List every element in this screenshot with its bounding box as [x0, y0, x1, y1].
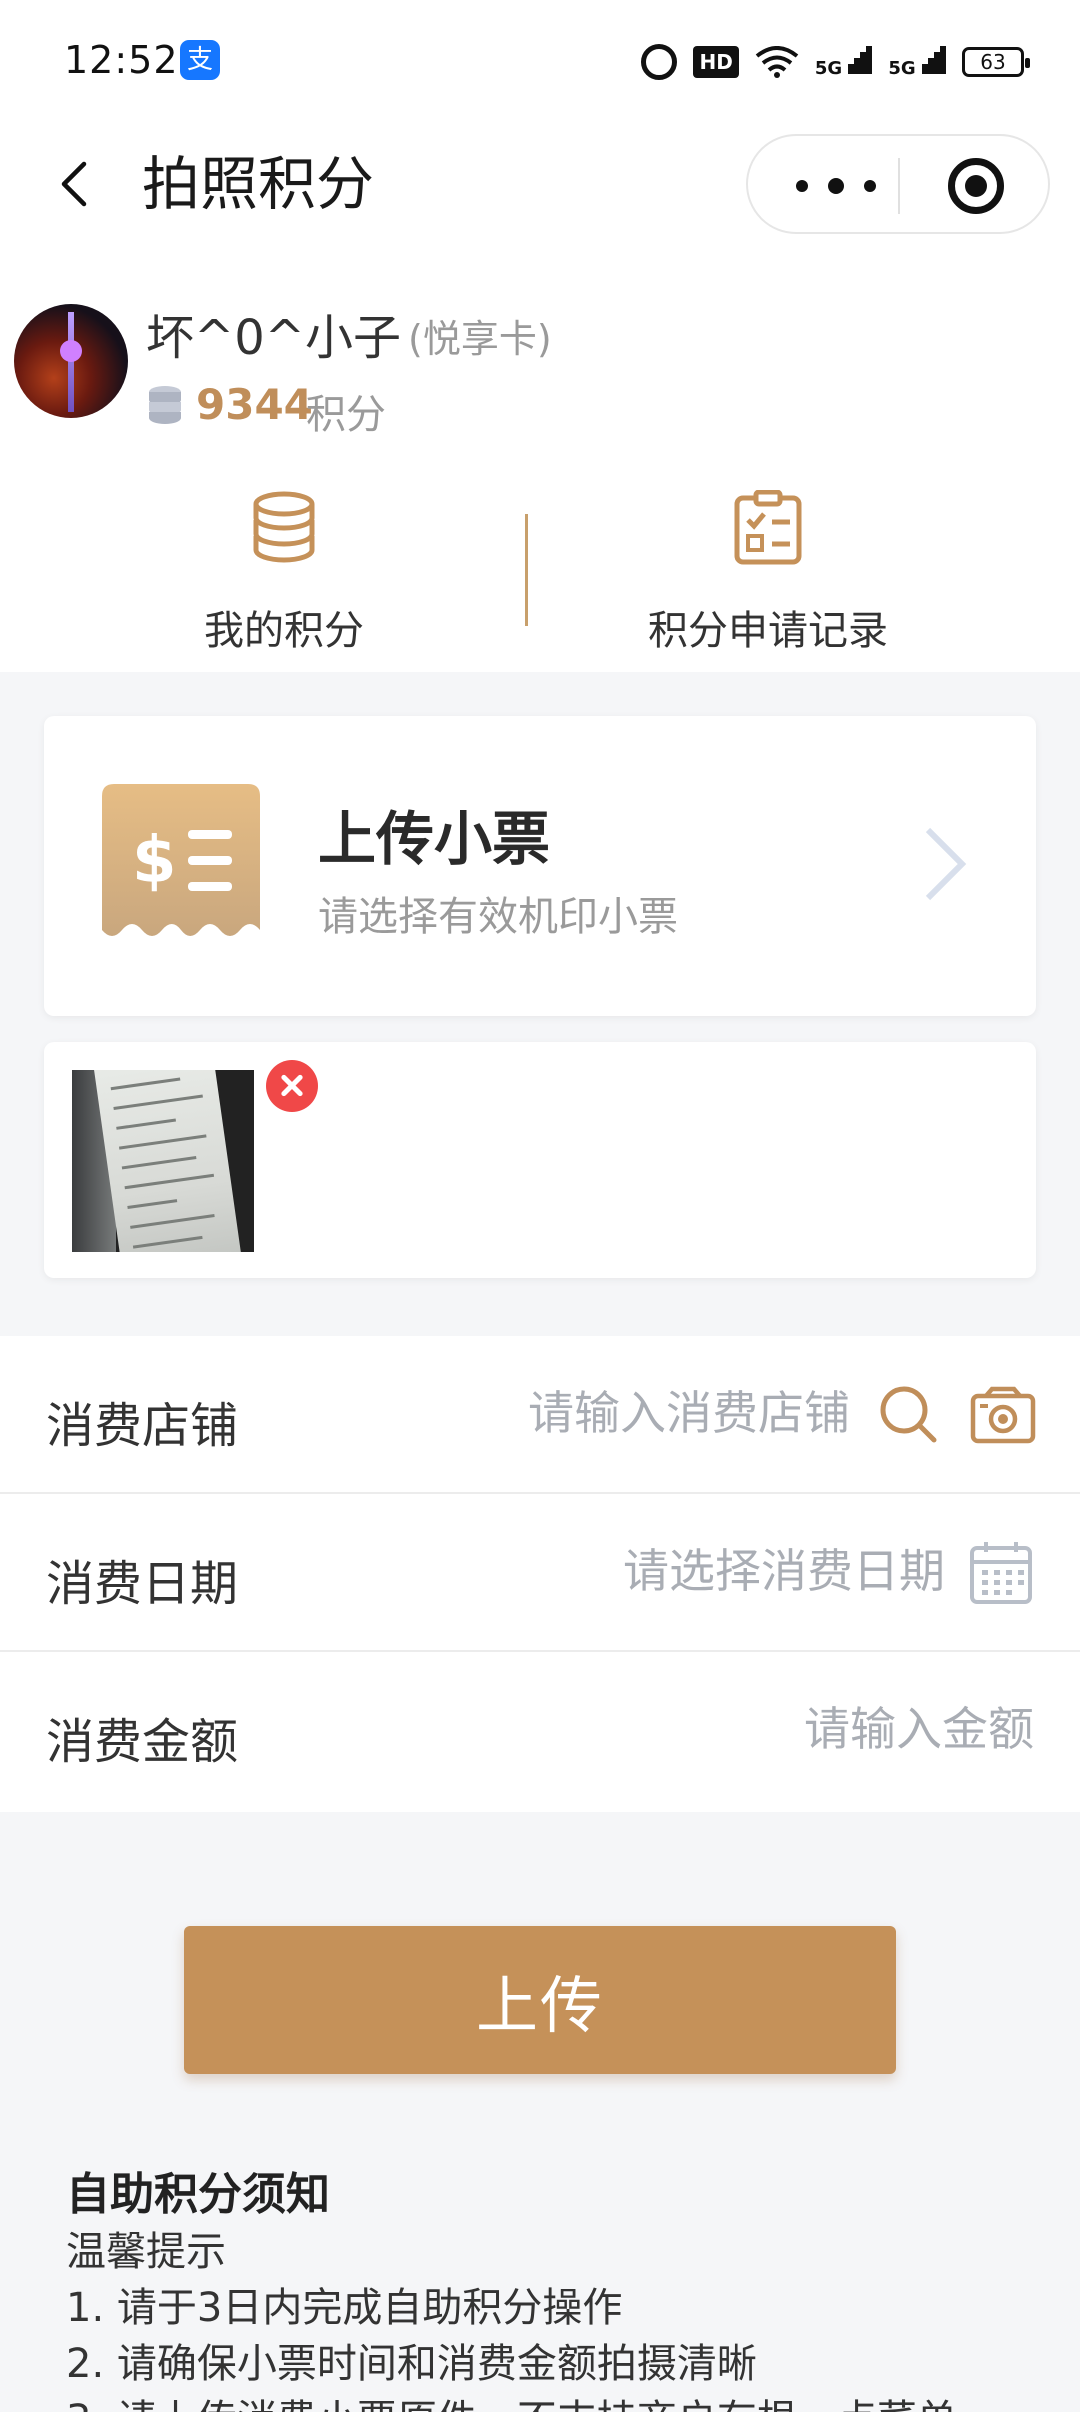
upload-receipt-subtitle: 请选择有效机印小票: [318, 894, 678, 940]
status-bar: 12:52 支 HD 5G 5G 63: [0, 0, 1080, 124]
receipt-form: 消费店铺 消费日期 消费金额: [0, 1336, 1080, 1812]
points-balance: 9344: [196, 380, 313, 429]
nav-bar: 拍照积分: [0, 124, 1080, 244]
date-input[interactable]: [480, 1538, 945, 1604]
status-icons: HD 5G 5G 63: [641, 40, 1030, 84]
more-options-icon[interactable]: [796, 176, 876, 196]
close-miniapp-icon[interactable]: [948, 158, 1004, 214]
user-name: 坏^0^小子: [146, 310, 401, 366]
upload-receipt-card[interactable]: $ 上传小票 请选择有效机印小票: [44, 716, 1036, 1016]
remove-photo-icon[interactable]: [266, 1060, 318, 1112]
notice-title: 自助积分须知: [66, 2169, 330, 2220]
capsule-divider: [898, 158, 900, 214]
notice-line: 2. 请确保小票时间和消费金额拍摄清晰: [66, 2341, 757, 2387]
signal-5g-icon: 5G: [888, 45, 946, 79]
uploaded-photos-card: [44, 1042, 1036, 1278]
svg-text:$: $: [132, 824, 177, 898]
hd-voice-icon: HD: [693, 46, 739, 78]
upload-receipt-title: 上传小票: [318, 805, 551, 873]
profile-section: 坏^0^小子 (悦享卡) 9344 积分 我的积分 积分申请记录: [0, 244, 1080, 672]
avatar[interactable]: [14, 304, 128, 418]
receipt-dollar-icon: $: [102, 784, 260, 936]
battery-icon: 63: [962, 47, 1030, 77]
quick-links-divider: [525, 514, 528, 626]
self-service-points-notice: 自助积分须知 温馨提示 1. 请于3日内完成自助积分操作 2. 请确保小票时间和…: [66, 2166, 1026, 2412]
calendar-icon[interactable]: [968, 1540, 1034, 1606]
coins-stack-icon: [253, 491, 315, 563]
membership-card-type: (悦享卡): [408, 317, 552, 361]
status-time: 12:52: [64, 38, 179, 82]
search-icon[interactable]: [878, 1384, 938, 1444]
amount-label: 消费金额: [46, 1714, 239, 1770]
records-label: 积分申请记录: [648, 608, 888, 654]
notice-line: 温馨提示: [66, 2229, 226, 2275]
store-row: 消费店铺: [0, 1336, 1080, 1494]
amount-input[interactable]: [560, 1696, 1034, 1762]
alipay-app-icon: 支: [180, 40, 220, 80]
my-points-label: 我的积分: [204, 608, 364, 654]
camera-icon[interactable]: [970, 1386, 1036, 1444]
signal-label: 5G: [814, 57, 843, 79]
store-label: 消费店铺: [46, 1398, 239, 1454]
miniapp-capsule: [746, 134, 1050, 234]
chevron-right-icon: [925, 827, 967, 901]
alarm-icon: [641, 44, 678, 80]
notice-line: 3. 请上传消费小票原件，不支持商户存根、点菜单: [66, 2392, 1026, 2412]
coins-icon: [149, 386, 181, 424]
date-row: 消费日期: [0, 1494, 1080, 1652]
amount-row: 消费金额: [0, 1652, 1080, 1812]
points-unit: 积分: [306, 392, 386, 438]
signal-label: 5G: [888, 57, 916, 79]
date-label: 消费日期: [46, 1556, 239, 1612]
page-title: 拍照积分: [142, 150, 375, 218]
clipboard-checklist-icon: [734, 490, 802, 565]
upload-submit-button[interactable]: 上传: [184, 1926, 896, 2074]
my-points-link[interactable]: 我的积分: [84, 490, 484, 660]
points-application-records-link[interactable]: 积分申请记录: [568, 490, 968, 660]
receipt-photo-thumbnail[interactable]: [72, 1070, 254, 1252]
notice-line: 1. 请于3日内完成自助积分操作: [66, 2285, 623, 2331]
back-arrow-icon[interactable]: [52, 160, 100, 208]
signal-5g-icon: 5G: [814, 45, 873, 79]
wifi-icon: [755, 46, 799, 78]
store-input[interactable]: [420, 1380, 850, 1446]
